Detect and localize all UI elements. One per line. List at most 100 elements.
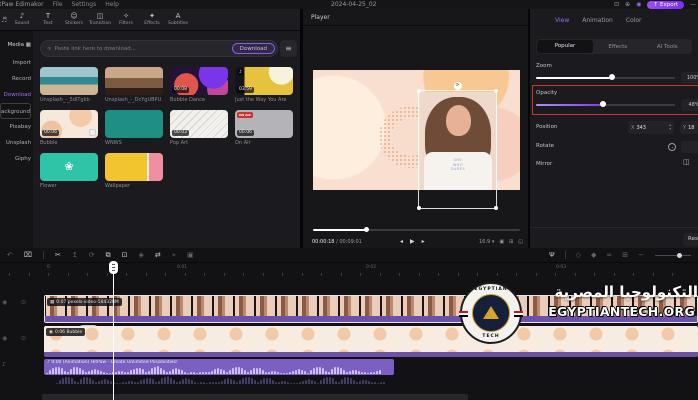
ribbon-item-subtitles[interactable]: A Subtitles <box>165 12 191 27</box>
speed-icon[interactable]: » <box>172 248 176 263</box>
ribbon-item-sound[interactable]: ♪ Sound <box>9 12 35 27</box>
delete-icon[interactable]: ⌧ <box>24 248 32 263</box>
position-y-field[interactable]: Y 18 <box>680 121 698 134</box>
snapshot-icon[interactable]: ▣ <box>499 239 504 245</box>
zoom-out-icon[interactable]: − <box>638 248 644 263</box>
seek-bar[interactable] <box>313 227 520 232</box>
ribbon-item-text[interactable]: T Text <box>35 12 61 27</box>
menu-file[interactable]: File <box>53 1 63 8</box>
keyframe-icon[interactable]: ◇ <box>576 248 581 263</box>
tab-color[interactable]: Color <box>626 17 642 24</box>
x-stepper[interactable]: ▴ ▾ <box>669 123 671 132</box>
selection-box[interactable]: ⟳ <box>417 82 498 210</box>
zoom-slider-knob[interactable] <box>609 74 616 80</box>
zoom-slider[interactable] <box>536 74 675 80</box>
ribbon-item-effects[interactable]: ✦ Effects <box>139 12 165 27</box>
zoom-value[interactable]: 100% <box>681 72 698 84</box>
opacity-slider-knob[interactable] <box>599 101 606 107</box>
subtab-popular[interactable]: Popular <box>537 40 593 53</box>
opacity-value[interactable]: 48% <box>681 99 698 111</box>
media-item[interactable]: 00:03 Pop Art <box>170 110 228 146</box>
export-button[interactable]: ↑ Export <box>647 0 684 9</box>
tab-animation[interactable]: Animation <box>582 17 613 24</box>
pip-icon[interactable]: ⊡ <box>122 248 128 263</box>
undo-icon[interactable]: ↶ <box>7 248 13 263</box>
reset-button[interactable]: Reset <box>683 233 698 246</box>
aspect-ratio-select[interactable]: 16:9 ▾ <box>479 239 494 245</box>
rotate-handle[interactable]: ⟳ <box>453 82 462 90</box>
media-thumbnail-purple: 00:08 <box>170 67 228 95</box>
sidebar-item-import[interactable]: Import <box>0 55 31 71</box>
sidebar-item-background[interactable]: Background <box>0 103 31 119</box>
lift-icon[interactable]: ↥ <box>72 248 78 263</box>
sidebar-item-record[interactable]: Record <box>0 71 31 87</box>
sidebar-item-media[interactable]: ▦ Media <box>0 36 31 55</box>
subtab-ai-tools[interactable]: AI Tools <box>643 44 693 50</box>
subtab-effects[interactable]: Effects <box>593 44 643 50</box>
timeline-zoom-knob[interactable] <box>677 252 682 258</box>
audio-clip[interactable]: ♪ 0:00 (Animation) HitPaw - Create Unlim… <box>44 359 394 375</box>
media-item[interactable]: ON AIR 00:06 On Air <box>235 110 293 146</box>
selection-handle-tl[interactable] <box>417 89 421 93</box>
sidebar-item-download[interactable]: Download <box>0 87 31 103</box>
timeline-zoom-slider[interactable] <box>655 251 691 259</box>
next-frame-button[interactable]: ▸ <box>422 238 425 245</box>
account-icon[interactable]: ◉ <box>636 1 641 8</box>
track1-eye-icon[interactable]: ◉ <box>2 299 7 306</box>
media-item[interactable]: ♪ 03:59 Just the Way You Are <box>235 67 293 103</box>
ribbon-item-stickers[interactable]: ☺ Stickers <box>61 12 87 27</box>
update-icon[interactable]: ⊕ <box>625 1 630 8</box>
media-item[interactable]: Unsplash_-_5dlTgkb <box>40 67 98 103</box>
prev-frame-button[interactable]: ◂ <box>400 238 403 245</box>
fullscreen-icon[interactable]: ◱ <box>518 239 523 245</box>
menu-help[interactable]: Help <box>105 1 119 8</box>
selection-handle-bl[interactable] <box>417 206 421 210</box>
ribbon-item-transition[interactable]: ◫ Transition <box>87 12 113 27</box>
rotate-icon[interactable]: ⟳ <box>89 248 95 263</box>
opacity-slider[interactable] <box>536 101 675 107</box>
feedback-icon[interactable]: ⊡ <box>614 1 619 8</box>
selection-handle-tr[interactable] <box>494 89 498 93</box>
media-ribbon-icon[interactable]: ♬ <box>1 16 9 24</box>
download-button[interactable]: Download <box>231 43 275 54</box>
media-item[interactable]: Wallpaper <box>105 153 163 189</box>
selection-handle-br[interactable] <box>494 206 498 210</box>
position-x-field[interactable]: X 343 ▴ ▾ <box>628 121 674 134</box>
sidebar-item-unsplash[interactable]: Unsplash <box>0 135 31 151</box>
audio-track-speaker-icon[interactable]: ♪ <box>2 361 6 368</box>
media-item[interactable]: ❀ Flower <box>40 153 98 189</box>
menu-settings[interactable]: Settings <box>72 1 97 8</box>
link-icon[interactable]: ∞ <box>606 248 612 263</box>
playhead[interactable] <box>109 261 118 400</box>
media-item[interactable]: Unsplash_-_DcYgUBPU <box>105 67 163 103</box>
split-icon[interactable]: ✂ <box>55 248 61 263</box>
media-item[interactable]: 00:08 Bubble Dance <box>170 67 228 103</box>
media-item[interactable]: WNWS <box>105 110 163 146</box>
seek-knob[interactable] <box>364 227 370 232</box>
ribbon-item-filters[interactable]: ✧ Filters <box>113 12 139 27</box>
freeze-icon[interactable]: ▣ <box>187 248 194 263</box>
media-item[interactable]: 00:06 ✓ Bubble <box>40 110 98 146</box>
track1-lock-icon[interactable]: ⊙ <box>21 299 26 306</box>
track2-eye-icon[interactable]: ◉ <box>2 335 7 342</box>
mirror-icon[interactable]: ◫ <box>683 158 690 166</box>
paste-link-bar[interactable]: ∞ Paste link here to download... Downloa… <box>40 40 278 57</box>
flip-icon[interactable]: ⇄ <box>155 248 161 263</box>
timeline-ruler[interactable]: 0 0:01 0:02 0:03 <box>0 263 698 277</box>
rotate-value[interactable] <box>681 141 698 153</box>
grid-icon[interactable]: ⊞ <box>622 248 628 263</box>
hidden-track-strip[interactable] <box>42 394 468 400</box>
stepper-down-icon[interactable]: ▾ <box>669 127 671 132</box>
tab-view[interactable]: View <box>555 17 569 24</box>
magnet-icon[interactable]: ◆ <box>591 248 596 263</box>
mask-icon[interactable]: ◈ <box>138 248 143 263</box>
sidebar-item-giphy[interactable]: Giphy <box>0 151 31 167</box>
download-list-button[interactable]: ≡ <box>280 40 297 57</box>
play-button[interactable]: ▶ <box>410 238 415 245</box>
minimize-button[interactable]: — <box>690 1 696 8</box>
grid-icon[interactable]: ⊞ <box>509 239 513 245</box>
sidebar-item-pixabay[interactable]: Pixabay <box>0 119 31 135</box>
rotate-dial-icon[interactable] <box>668 143 676 151</box>
track2-lock-icon[interactable]: ⊙ <box>21 335 26 342</box>
mic-icon[interactable]: Ψ <box>549 248 555 263</box>
